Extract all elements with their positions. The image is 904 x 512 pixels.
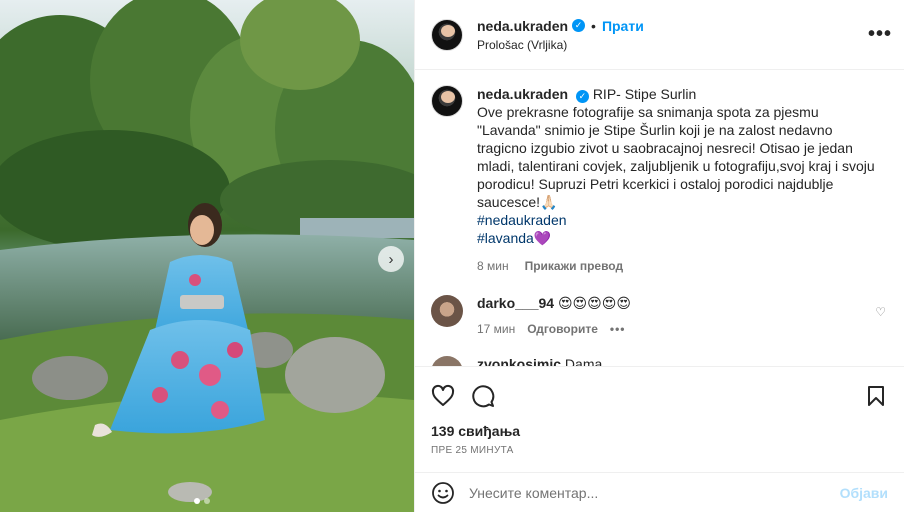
hashtag-link[interactable]: #nedaukraden (477, 212, 567, 228)
commenter-username[interactable]: zvonkosimic (477, 356, 561, 366)
post-location[interactable]: Prološac (Vrljika) (477, 38, 644, 52)
post-comment-button[interactable]: Објави (840, 485, 888, 501)
comment-bubble-icon[interactable] (471, 384, 495, 408)
separator-dot: • (591, 17, 596, 34)
hashtag-link[interactable]: #lavanda (477, 230, 534, 246)
caption-age[interactable]: 8 мин (477, 257, 509, 275)
caption-headline: RIP- Stipe Surlin (592, 86, 697, 102)
photo-illustration (0, 0, 414, 512)
comment-text: Dama (564, 356, 603, 366)
caption-username[interactable]: neda.ukraden (477, 86, 568, 102)
instagram-post-modal: › neda.ukraden ✓ • Прати Prološac (Vrlji… (0, 0, 904, 512)
purple-heart-emoji: 💜 (533, 230, 552, 246)
commenter-avatar[interactable] (431, 356, 463, 366)
comments-section[interactable]: neda.ukraden ✓ RIP- Stipe Surlin Ove pre… (415, 71, 904, 366)
commenter-avatar[interactable] (431, 295, 463, 327)
add-comment-bar: Објави (415, 472, 904, 512)
carousel-dot-active (194, 498, 200, 504)
carousel-dots (194, 498, 210, 504)
next-photo-button[interactable]: › (378, 246, 404, 272)
add-comment-input[interactable] (469, 484, 840, 501)
post-actions: 139 свиђања ПРЕ 25 МИНУТА Објави (415, 366, 904, 512)
comment-age[interactable]: 17 мин (477, 322, 515, 336)
emoji-icon[interactable] (431, 481, 455, 505)
commenter-username[interactable]: darko___94 (477, 295, 554, 311)
more-options-icon[interactable]: ••• (868, 23, 892, 46)
follow-button[interactable]: Прати (602, 18, 644, 34)
post-photo[interactable]: › (0, 0, 414, 512)
verified-badge-icon: ✓ (572, 19, 586, 32)
like-heart-icon[interactable] (431, 384, 455, 408)
author-avatar[interactable] (431, 18, 463, 51)
post-timestamp[interactable]: ПРЕ 25 МИНУТА (415, 439, 904, 456)
author-username[interactable]: neda.ukraden (477, 18, 568, 34)
comment-text: 😍😍😍😍😍 (557, 295, 631, 311)
post-caption: neda.ukraden ✓ RIP- Stipe Surlin Ove pre… (431, 85, 888, 275)
comment-options-icon[interactable]: ••• (610, 322, 626, 336)
comment-item: zvonkosimic Dama ♡ (431, 356, 888, 366)
likes-count[interactable]: 139 свиђања (415, 413, 904, 439)
caption-text: Ove prekrasne fotografije sa snimanja sp… (477, 104, 875, 210)
reply-button[interactable]: Одговорите (527, 322, 598, 336)
caption-author-avatar[interactable] (431, 85, 463, 117)
see-translation-button[interactable]: Прикажи превод (525, 257, 624, 275)
save-bookmark-icon[interactable] (864, 384, 888, 408)
verified-badge-icon: ✓ (575, 89, 589, 103)
like-comment-heart-icon[interactable]: ♡ (875, 305, 886, 319)
post-header: neda.ukraden ✓ • Прати Prološac (Vrljika… (415, 0, 904, 70)
carousel-dot (204, 498, 210, 504)
post-sidebar: neda.ukraden ✓ • Прати Prološac (Vrljika… (414, 0, 904, 512)
comment-item: darko___94 😍😍😍😍😍 17 мин Одговорите ••• ♡ (431, 295, 888, 336)
